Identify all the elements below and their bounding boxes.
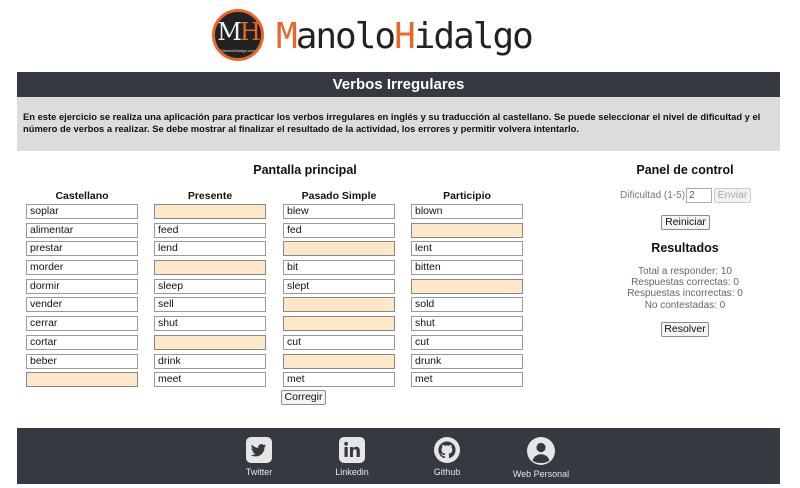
- results-unanswered: No contestadas: 0: [644, 299, 726, 311]
- difficulty-input[interactable]: 2: [686, 188, 712, 203]
- wordmark-m: M: [276, 16, 298, 57]
- footer-label: Twitter: [245, 467, 273, 477]
- verb-input[interactable]: [283, 241, 395, 257]
- main-screen-title: Pantalla principal: [253, 163, 357, 177]
- user-icon: [527, 437, 555, 465]
- verb-input[interactable]: cut: [411, 334, 523, 350]
- footer-link-twitter[interactable]: Twitter: [239, 436, 279, 477]
- verb-input[interactable]: [411, 278, 523, 294]
- linkedin-icon: [339, 437, 365, 463]
- verb-input[interactable]: soplar: [26, 204, 138, 219]
- verb-input[interactable]: shut: [154, 316, 266, 332]
- difficulty-label: Dificultad (1-5):: [620, 190, 688, 201]
- footer-link-github[interactable]: Github: [427, 436, 467, 477]
- verb-input[interactable]: lent: [411, 241, 523, 257]
- footer-link-linkedin[interactable]: Linkedin: [330, 436, 374, 477]
- verb-input[interactable]: [26, 372, 138, 388]
- verb-input[interactable]: fed: [283, 222, 395, 238]
- verb-input[interactable]: sold: [411, 297, 523, 313]
- site-header: MH ManoloHidalgo.com ManoloHidalgo: [0, 0, 800, 68]
- wordmark-anolo: anolo: [295, 16, 396, 57]
- verb-input[interactable]: blew: [283, 204, 395, 219]
- wordmark-h: H: [394, 16, 416, 57]
- page-title: Verbos Irregulares: [17, 72, 780, 97]
- logo-wordmark[interactable]: ManoloHidalgo: [276, 16, 534, 57]
- verb-input[interactable]: meet: [154, 372, 266, 388]
- footer-label: Linkedin: [335, 467, 369, 477]
- verb-input[interactable]: blown: [411, 204, 523, 219]
- verb-input[interactable]: bitten: [411, 260, 523, 276]
- footer-label: Web Personal: [512, 469, 570, 479]
- verb-input[interactable]: cut: [283, 334, 395, 350]
- verb-input[interactable]: [154, 260, 266, 276]
- verb-input[interactable]: dormir: [26, 278, 138, 294]
- verb-input[interactable]: met: [411, 372, 523, 388]
- exercise-description: En este ejercicio se realiza una aplicac…: [17, 97, 780, 151]
- verb-input[interactable]: [283, 353, 395, 369]
- verb-input[interactable]: lend: [154, 241, 266, 257]
- verb-input[interactable]: beber: [26, 353, 138, 369]
- monogram-m: M: [217, 18, 242, 46]
- verb-input[interactable]: [283, 297, 395, 313]
- monogram-subtitle: ManoloHidalgo.com: [220, 48, 256, 53]
- column-pasado-simple: Pasado Simple blew fed bit slept cut met: [283, 190, 395, 388]
- verb-input[interactable]: vender: [26, 297, 138, 313]
- verb-input[interactable]: cortar: [26, 334, 138, 350]
- verb-input[interactable]: prestar: [26, 241, 138, 257]
- verb-input[interactable]: slept: [283, 278, 395, 294]
- verb-input[interactable]: [154, 334, 266, 350]
- footer-link-web-personal[interactable]: Web Personal: [511, 436, 571, 479]
- monogram-h: H: [239, 18, 261, 46]
- verb-input[interactable]: shut: [411, 316, 523, 332]
- column-header: Castellano: [55, 190, 109, 202]
- enviar-button[interactable]: Enviar: [714, 188, 751, 203]
- verb-input[interactable]: morder: [26, 260, 138, 276]
- results-incorrect: Respuestas incorrectas: 0: [627, 288, 743, 300]
- resolver-button[interactable]: Resolver: [661, 322, 709, 337]
- column-header: Pasado Simple: [301, 190, 377, 202]
- verb-input[interactable]: drink: [154, 353, 266, 369]
- verb-input[interactable]: met: [283, 372, 395, 388]
- control-panel-title: Panel de control: [636, 163, 734, 177]
- wordmark-idalgo: idalgo: [413, 16, 534, 57]
- verb-input[interactable]: [154, 204, 266, 219]
- logo-monogram[interactable]: MH ManoloHidalgo.com: [212, 9, 264, 61]
- corregir-button[interactable]: Corregir: [281, 390, 326, 405]
- verb-input[interactable]: cerrar: [26, 316, 138, 332]
- verb-input[interactable]: feed: [154, 222, 266, 238]
- verb-input[interactable]: drunk: [411, 353, 523, 369]
- verb-input[interactable]: alimentar: [26, 222, 138, 238]
- results-summary: Total a responder: 10 Respuestas correct…: [600, 266, 770, 311]
- footer: Twitter Linkedin Github Web Personal: [17, 428, 780, 484]
- column-participio: Participio blown lent bitten sold shut cut dru…: [411, 190, 523, 388]
- results-correct: Respuestas correctas: 0: [631, 277, 739, 289]
- twitter-icon: [246, 437, 272, 463]
- github-icon: [434, 437, 460, 463]
- footer-label: Github: [433, 467, 461, 477]
- verb-input[interactable]: bit: [283, 260, 395, 276]
- column-header: Presente: [187, 190, 233, 202]
- verb-input[interactable]: sleep: [154, 278, 266, 294]
- column-castellano: Castellano soplar alimentar prestar morder d…: [26, 190, 138, 388]
- verb-input[interactable]: [283, 316, 395, 332]
- verb-input[interactable]: sell: [154, 297, 266, 313]
- verb-input[interactable]: [411, 222, 523, 238]
- column-presente: Presente feed lend sleep sell shut drink meet: [154, 190, 266, 388]
- results-total: Total a responder: 10: [638, 266, 732, 277]
- results-title: Resultados: [651, 241, 719, 255]
- column-header: Participio: [443, 190, 491, 202]
- reiniciar-button[interactable]: Reiniciar: [661, 215, 710, 230]
